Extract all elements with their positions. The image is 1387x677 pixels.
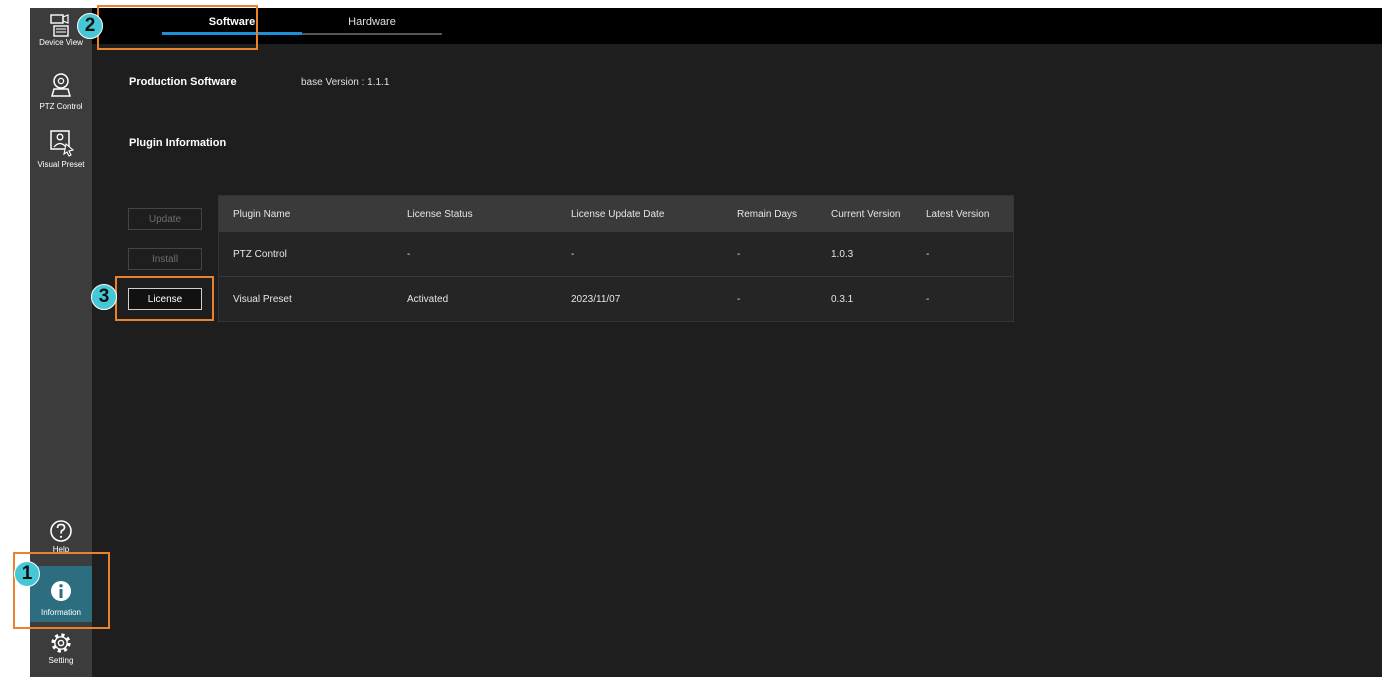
info-icon: [51, 581, 71, 601]
cell-latest-version: -: [926, 294, 930, 305]
tab-software[interactable]: Software: [162, 8, 302, 44]
sidebar-item-label: Device View: [39, 38, 83, 47]
cell-plugin-name: PTZ Control: [233, 248, 287, 260]
plugin-table: Plugin Name License Status License Updat…: [218, 195, 1014, 322]
column-header-latest-version: Latest Version: [926, 208, 990, 220]
cell-current-version: 1.0.3: [831, 248, 854, 260]
cell-remain-days: -: [737, 294, 741, 305]
production-software-label: Production Software: [129, 76, 237, 88]
sidebar-item-label: Visual Preset: [37, 160, 85, 169]
sidebar-item-ptz-control[interactable]: PTZ Control: [30, 70, 92, 111]
column-header-remain-days: Remain Days: [737, 208, 798, 220]
gear-icon: [51, 633, 71, 653]
ptz-camera-icon: [51, 73, 71, 97]
cell-license-update-date: -: [571, 248, 575, 260]
cell-license-status: Activated: [407, 294, 449, 305]
license-button[interactable]: License: [128, 288, 202, 310]
sidebar-item-visual-preset[interactable]: Visual Preset: [30, 128, 92, 169]
visual-preset-icon: [50, 130, 75, 157]
sidebar-item-label: PTZ Control: [39, 102, 83, 111]
annotation-badge-1: 1: [14, 561, 40, 587]
sidebar-item-label: Information: [40, 608, 82, 617]
cell-plugin-name: Visual Preset: [233, 294, 292, 305]
column-header-license-update-date: License Update Date: [571, 208, 665, 220]
annotation-badge-3: 3: [91, 284, 117, 310]
column-header-current-version: Current Version: [831, 208, 901, 220]
sidebar-item-setting[interactable]: Setting: [30, 630, 92, 665]
column-header-plugin-name: Plugin Name: [233, 208, 291, 220]
sidebar-item-label: Setting: [48, 656, 74, 665]
install-button[interactable]: Install: [128, 248, 202, 270]
cell-remain-days: -: [737, 248, 741, 260]
table-row[interactable]: PTZ Control - - - 1.0.3 -: [219, 232, 1013, 277]
production-software-version: base Version : 1.1.1: [301, 77, 390, 88]
table-header: Plugin Name License Status License Updat…: [219, 196, 1013, 232]
table-row[interactable]: Visual Preset Activated 2023/11/07 - 0.3…: [219, 277, 1013, 322]
cell-license-update-date: 2023/11/07: [571, 294, 621, 305]
cell-license-status: -: [407, 248, 411, 260]
cell-current-version: 0.3.1: [831, 294, 854, 305]
annotation-badge-2: 2: [77, 13, 103, 39]
help-icon: [50, 520, 72, 542]
update-button[interactable]: Update: [128, 208, 202, 230]
cell-latest-version: -: [926, 248, 930, 260]
column-header-license-status: License Status: [407, 208, 473, 220]
sidebar-item-help[interactable]: Help: [30, 516, 92, 554]
sidebar-item-label: Help: [52, 545, 70, 554]
tab-hardware[interactable]: Hardware: [302, 8, 442, 44]
plugin-information-label: Plugin Information: [129, 137, 227, 149]
app-window: Device View PTZ Control Visual Preset He…: [30, 8, 1382, 677]
tab-bar: Software Hardware: [92, 8, 1382, 44]
